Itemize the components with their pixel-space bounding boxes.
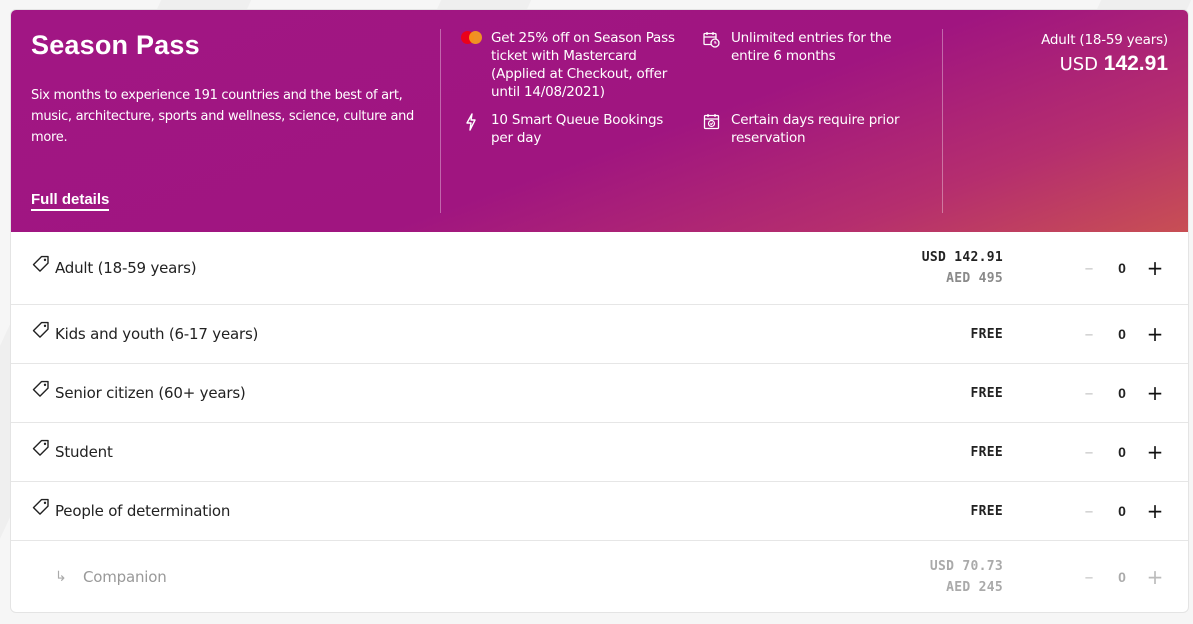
decrease-button[interactable]: – <box>1079 442 1099 463</box>
increase-button[interactable]: + <box>1145 565 1165 589</box>
feature-unlimited-entries: Unlimited entries for the entire 6 month… <box>701 29 901 65</box>
ticket-icon <box>31 379 51 403</box>
ticket-icon <box>31 254 51 278</box>
ticket-label: Kids and youth (6-17 years) <box>55 325 259 343</box>
decrease-button[interactable]: – <box>1079 383 1099 404</box>
lightning-icon <box>461 111 481 147</box>
header-price: Adult (18-59 years) USD 142.91 <box>1041 32 1168 76</box>
mastercard-icon <box>461 31 482 45</box>
ticket-label: Companion <box>83 568 167 586</box>
page-title: Season Pass <box>31 30 200 60</box>
pass-description: Six months to experience 191 countries a… <box>31 88 415 145</box>
price-category: Adult (18-59 years) <box>1041 32 1168 48</box>
ticket-row-adult: Adult (18-59 years) USD 142.91 AED 495 –… <box>11 232 1188 305</box>
quantity-value: 0 <box>1118 326 1126 342</box>
sub-item-arrow-icon: ↳ <box>55 569 67 585</box>
ticket-row-senior: Senior citizen (60+ years) FREE – 0 + <box>11 364 1188 423</box>
header-divider <box>942 29 943 213</box>
quantity-stepper: – 0 + <box>1079 565 1165 589</box>
increase-button[interactable]: + <box>1145 440 1165 464</box>
quantity-stepper: – 0 + <box>1079 499 1165 523</box>
quantity-stepper: – 0 + <box>1079 440 1165 464</box>
ticket-icon <box>31 497 51 521</box>
ticket-price: FREE <box>970 503 1003 519</box>
increase-button[interactable]: + <box>1145 322 1165 346</box>
quantity-stepper: – 0 + <box>1079 381 1165 405</box>
increase-button[interactable]: + <box>1145 381 1165 405</box>
increase-button[interactable]: + <box>1145 499 1165 523</box>
calendar-check-icon <box>701 111 721 147</box>
season-pass-header: Season Pass Six months to experience 191… <box>11 10 1188 232</box>
decrease-button[interactable]: – <box>1079 258 1099 279</box>
ticket-label: Adult (18-59 years) <box>55 259 197 277</box>
feature-reservation: Certain days require prior reservation <box>701 111 901 147</box>
ticket-label: Senior citizen (60+ years) <box>55 384 246 402</box>
price-amount: USD 142.91 <box>1059 52 1168 75</box>
ticket-row-student: Student FREE – 0 + <box>11 423 1188 482</box>
header-divider <box>440 29 441 213</box>
quantity-value: 0 <box>1118 260 1126 276</box>
ticket-icon <box>31 438 51 462</box>
feature-smart-queue: 10 Smart Queue Bookings per day <box>461 111 686 147</box>
ticket-label: People of determination <box>55 502 231 520</box>
ticket-price: FREE <box>970 385 1003 401</box>
ticket-row-kids: Kids and youth (6-17 years) FREE – 0 + <box>11 305 1188 364</box>
ticket-row-determination: People of determination FREE – 0 + <box>11 482 1188 541</box>
ticket-price: USD 70.73 AED 245 <box>929 559 1003 595</box>
decrease-button[interactable]: – <box>1079 567 1099 588</box>
decrease-button[interactable]: – <box>1079 501 1099 522</box>
quantity-stepper: – 0 + <box>1079 322 1165 346</box>
ticket-price: FREE <box>970 444 1003 460</box>
decrease-button[interactable]: – <box>1079 324 1099 345</box>
full-details-link[interactable]: Full details <box>31 191 110 211</box>
ticket-price: USD 142.91 AED 495 <box>921 250 1003 286</box>
season-pass-card: Season Pass Six months to experience 191… <box>10 9 1189 613</box>
ticket-label: Student <box>55 443 113 461</box>
calendar-clock-icon <box>701 29 721 65</box>
feature-mastercard-offer: Get 25% off on Season Pass ticket with M… <box>461 29 686 101</box>
quantity-value: 0 <box>1118 503 1126 519</box>
increase-button[interactable]: + <box>1145 256 1165 280</box>
quantity-value: 0 <box>1118 569 1126 585</box>
quantity-value: 0 <box>1118 385 1126 401</box>
quantity-stepper: – 0 + <box>1079 256 1165 280</box>
ticket-row-companion: ↳ Companion USD 70.73 AED 245 – 0 + <box>11 541 1188 612</box>
ticket-icon <box>31 320 51 344</box>
ticket-price: FREE <box>970 326 1003 342</box>
quantity-value: 0 <box>1118 444 1126 460</box>
